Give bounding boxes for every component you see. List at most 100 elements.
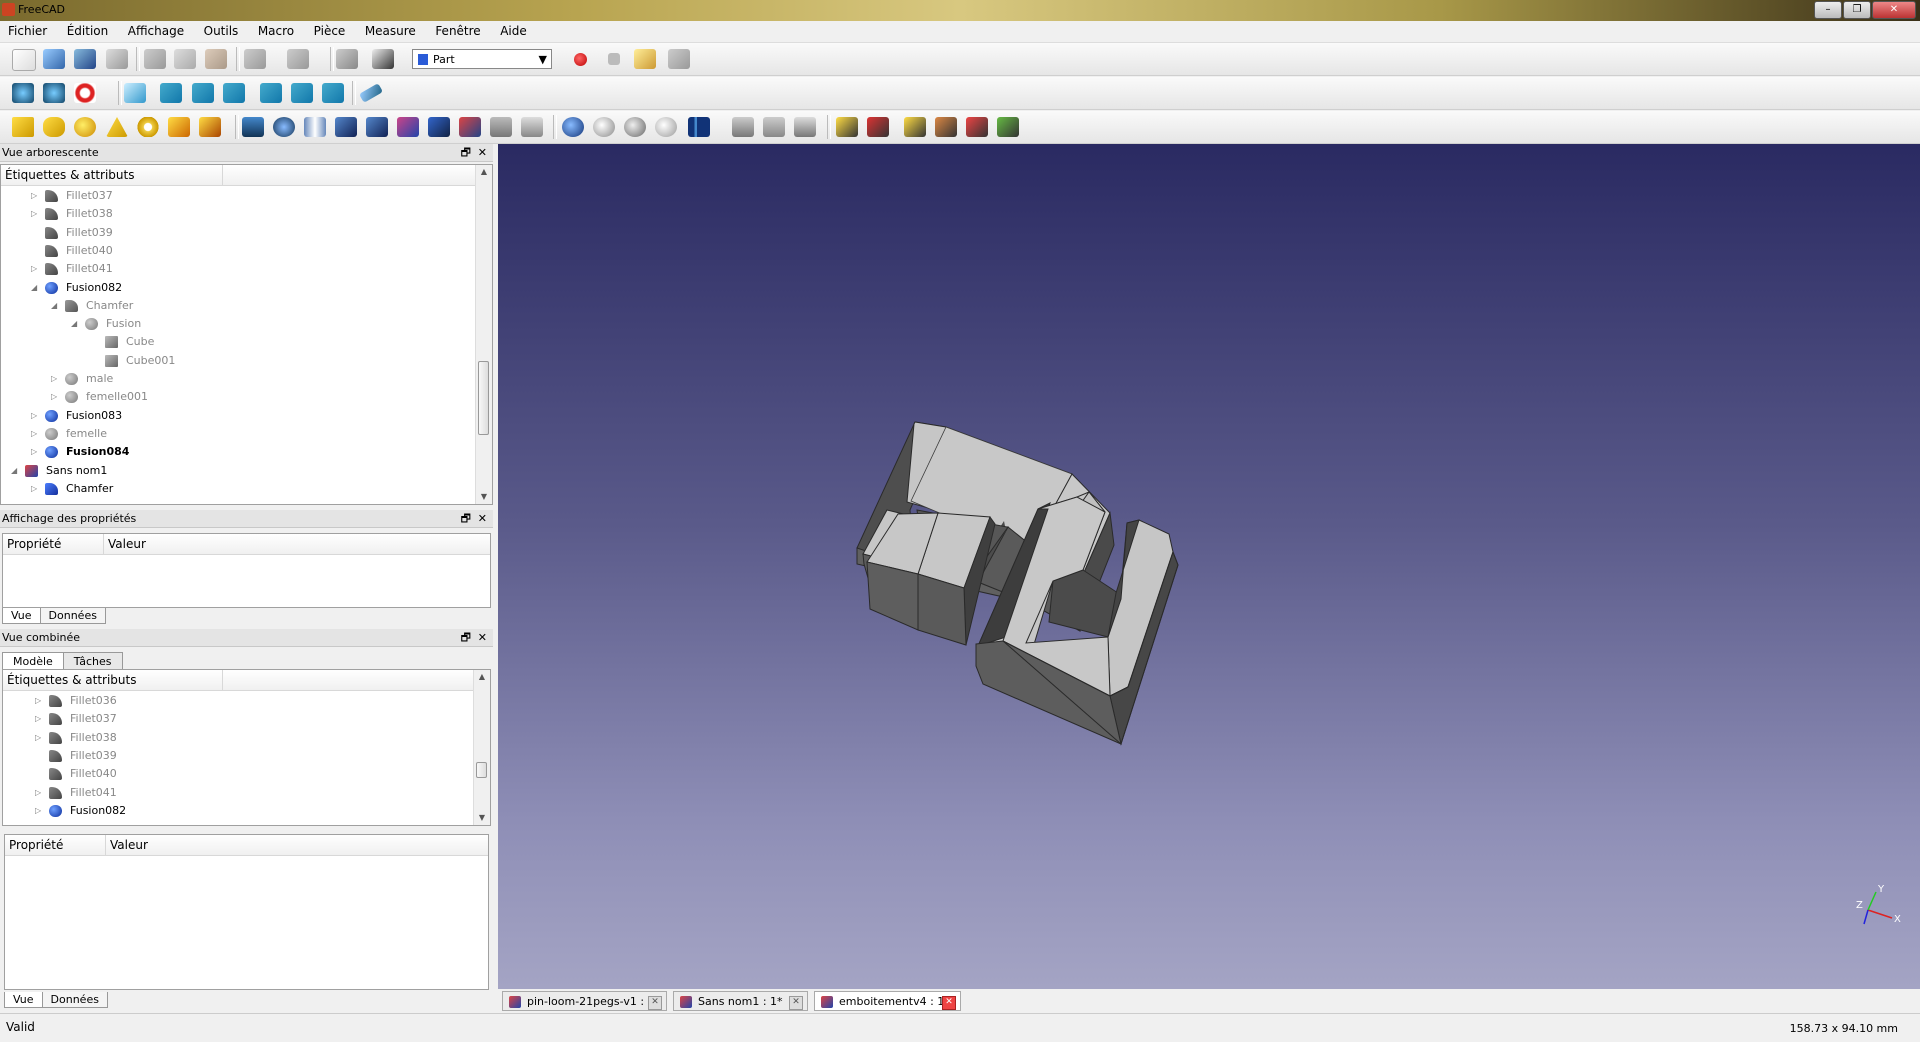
collapse-arrow-icon[interactable]: ◢ xyxy=(71,315,77,333)
scrollbar-thumb[interactable] xyxy=(476,762,487,778)
tree-item[interactable]: ▷ Chamfer xyxy=(1,480,477,498)
tree-item[interactable]: ▷ femelle001 xyxy=(1,388,477,406)
3d-viewport[interactable]: X Y Z xyxy=(498,144,1920,989)
view-rear-icon[interactable] xyxy=(260,83,282,103)
part-box-icon[interactable] xyxy=(12,117,34,137)
join-connect-icon[interactable] xyxy=(732,117,754,137)
macro-stop-icon[interactable] xyxy=(608,53,620,65)
combo-property-table[interactable]: Propriété Valeur xyxy=(4,834,489,990)
tree-item[interactable]: Fillet039 xyxy=(3,747,475,765)
expand-arrow-icon[interactable]: ▷ xyxy=(51,370,57,388)
part-torus-icon[interactable] xyxy=(137,117,159,137)
view-right-icon[interactable] xyxy=(223,83,245,103)
tab-donnees[interactable]: Données xyxy=(41,992,108,1008)
scroll-up-icon[interactable]: ▲ xyxy=(474,670,490,684)
common-icon[interactable] xyxy=(655,117,677,137)
tab-modele[interactable]: Modèle xyxy=(2,652,64,670)
menu-affichage[interactable]: Affichage xyxy=(120,21,192,38)
part-cylinder-icon[interactable] xyxy=(43,117,65,137)
section-icon[interactable] xyxy=(521,117,543,137)
menu-fenetre[interactable]: Fenêtre xyxy=(427,21,488,38)
scroll-down-icon[interactable]: ▼ xyxy=(476,490,492,504)
collapse-arrow-icon[interactable]: ◢ xyxy=(51,297,57,315)
fit-selection-icon[interactable] xyxy=(43,83,65,103)
expand-arrow-icon[interactable]: ▷ xyxy=(35,710,41,728)
macro-edit-icon[interactable] xyxy=(634,49,656,69)
tab-vue[interactable]: Vue xyxy=(2,608,41,624)
3d-model[interactable]: X Y Z xyxy=(498,144,1920,989)
cut-boolean-icon[interactable] xyxy=(593,117,615,137)
scroll-up-icon[interactable]: ▲ xyxy=(476,165,492,179)
tree-item[interactable]: ▷ male xyxy=(1,370,477,388)
fit-all-icon[interactable] xyxy=(12,83,34,103)
expand-arrow-icon[interactable]: ▷ xyxy=(51,388,57,406)
menu-outils[interactable]: Outils xyxy=(196,21,247,38)
extrude-icon[interactable] xyxy=(242,117,264,137)
print-icon[interactable] xyxy=(106,49,128,69)
close-tab-icon[interactable]: ✕ xyxy=(648,996,662,1010)
make-face-icon[interactable] xyxy=(397,117,419,137)
tree-item[interactable]: ▷ Fillet041 xyxy=(3,784,475,802)
menu-macro[interactable]: Macro xyxy=(250,21,302,38)
close-button[interactable]: ✕ xyxy=(1872,1,1916,19)
measure-distance-icon[interactable] xyxy=(358,83,384,103)
measure-refresh-icon[interactable] xyxy=(904,117,926,137)
measure-toggle-all-icon[interactable] xyxy=(966,117,988,137)
minimize-button[interactable]: – xyxy=(1814,1,1842,19)
whats-this-icon[interactable] xyxy=(372,49,394,69)
tree-item[interactable]: ▷ Fillet037 xyxy=(3,710,475,728)
close-panel-icon[interactable]: ✕ xyxy=(478,629,487,647)
loft-icon[interactable] xyxy=(459,117,481,137)
close-panel-icon[interactable]: ✕ xyxy=(478,510,487,528)
measure-clear-icon[interactable] xyxy=(935,117,957,137)
expand-arrow-icon[interactable]: ▷ xyxy=(35,692,41,710)
float-panel-icon[interactable]: 🗗 xyxy=(461,510,471,528)
tree-item[interactable]: ▷ Fusion083 xyxy=(1,407,477,425)
tree-item[interactable]: ◢ Fusion xyxy=(1,315,477,333)
expand-arrow-icon[interactable]: ▷ xyxy=(35,802,41,820)
combo-tree-scrollbar[interactable]: ▲ ▼ xyxy=(473,670,490,825)
part-primitives-icon[interactable] xyxy=(168,117,190,137)
view-front-icon[interactable] xyxy=(160,83,182,103)
chamfer-tool-icon[interactable] xyxy=(366,117,388,137)
expand-arrow-icon[interactable]: ▷ xyxy=(31,480,37,498)
draw-style-icon[interactable] xyxy=(74,83,96,103)
menu-fichier[interactable]: Fichier xyxy=(0,21,55,38)
property-table[interactable]: Propriété Valeur xyxy=(2,533,491,608)
expand-arrow-icon[interactable]: ▷ xyxy=(31,425,37,443)
tab-taches[interactable]: Tâches xyxy=(62,652,123,670)
tree-item[interactable]: ◢ Chamfer xyxy=(1,297,477,315)
expand-arrow-icon[interactable]: ▷ xyxy=(35,784,41,802)
view-top-icon[interactable] xyxy=(192,83,214,103)
tree-item[interactable]: ▷ Fillet041 xyxy=(1,260,477,278)
scrollbar-thumb[interactable] xyxy=(478,361,489,435)
tree-item[interactable]: ◢ Sans nom1 xyxy=(1,462,477,480)
tree-item[interactable]: ▷ Fusion084 xyxy=(1,443,477,461)
expand-arrow-icon[interactable]: ▷ xyxy=(31,205,37,223)
join-cutout-icon[interactable] xyxy=(794,117,816,137)
tree-item[interactable]: ▷ Fusion082 xyxy=(3,802,475,820)
tree-item[interactable]: Fillet040 xyxy=(3,765,475,783)
expand-arrow-icon[interactable]: ▷ xyxy=(35,729,41,747)
tree-item[interactable]: ▷ Fillet038 xyxy=(1,205,477,223)
redo-icon[interactable] xyxy=(287,49,309,69)
part-cone-icon[interactable] xyxy=(106,117,128,137)
tree-scrollbar[interactable]: ▲ ▼ xyxy=(475,165,492,504)
expand-arrow-icon[interactable]: ▷ xyxy=(31,187,37,205)
scroll-down-icon[interactable]: ▼ xyxy=(474,811,490,825)
mirror-icon[interactable] xyxy=(304,117,326,137)
tree-item[interactable]: Cube xyxy=(1,333,477,351)
part-sphere-icon[interactable] xyxy=(74,117,96,137)
refresh-icon[interactable] xyxy=(336,49,358,69)
tab-donnees[interactable]: Données xyxy=(39,608,106,624)
shape-builder-icon[interactable] xyxy=(199,117,221,137)
tree-column-header[interactable]: Étiquettes & attributs xyxy=(1,165,492,186)
view-axonometric-icon[interactable] xyxy=(124,83,146,103)
float-panel-icon[interactable]: 🗗 xyxy=(461,629,471,647)
menu-aide[interactable]: Aide xyxy=(492,21,535,38)
combo-tree-view[interactable]: Étiquettes & attributs ▷ Fillet036 ▷ Fillet… xyxy=(2,669,491,826)
tree-view[interactable]: Étiquettes & attributs ▷ Fillet037 ▷ Fillet… xyxy=(0,164,493,505)
collapse-arrow-icon[interactable]: ◢ xyxy=(31,279,37,297)
tree-item[interactable]: ▷ Fillet036 xyxy=(3,692,475,710)
view-bottom-icon[interactable] xyxy=(291,83,313,103)
